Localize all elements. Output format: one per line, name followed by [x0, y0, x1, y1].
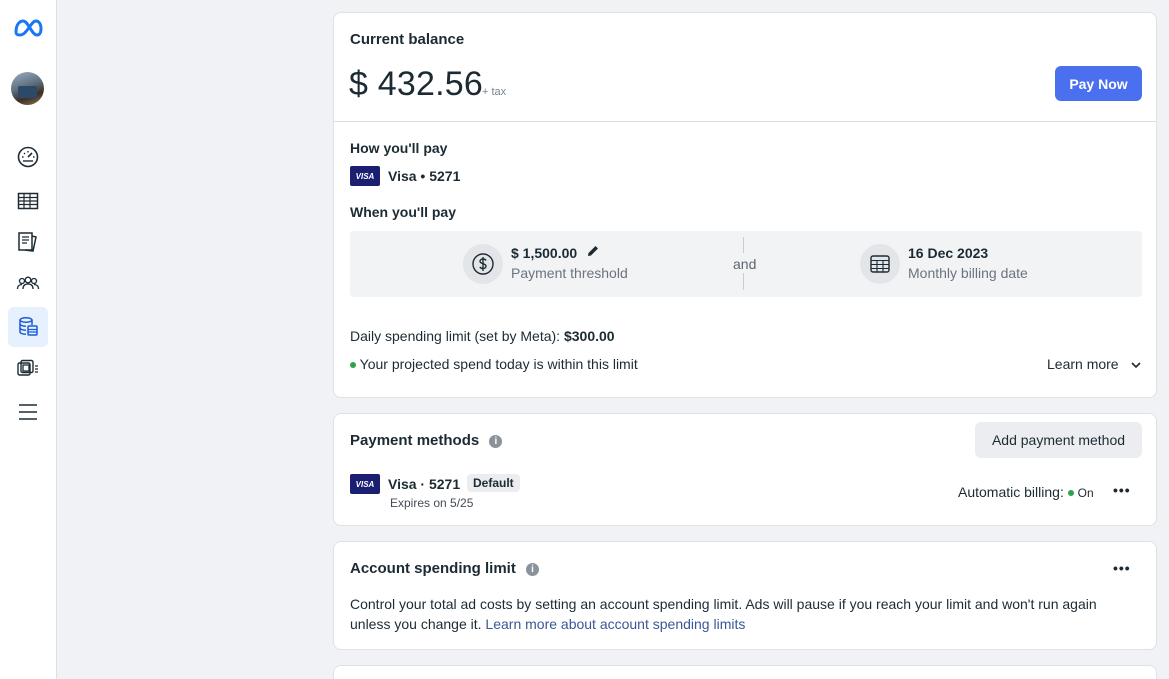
add-payment-method-button[interactable]: Add payment method [975, 422, 1142, 458]
spending-limit-title: Account spending limit i [350, 560, 540, 577]
divider [334, 121, 1156, 122]
and-label: and [733, 256, 757, 272]
spending-limit-description: Control your total ad costs by setting a… [350, 594, 1140, 634]
payment-methods-title: Payment methods i [350, 432, 503, 449]
meta-logo-icon[interactable] [12, 16, 44, 40]
projected-spend-text: Your projected spend today is within thi… [359, 356, 638, 372]
more-options-icon[interactable]: ••• [1113, 560, 1131, 576]
info-icon[interactable]: i [526, 562, 540, 576]
table-icon[interactable] [8, 181, 48, 221]
left-nav-rail [0, 0, 57, 679]
how-you-pay-title: How you'll pay [350, 140, 448, 156]
info-icon[interactable]: i [489, 434, 503, 448]
tax-label: + tax [482, 86, 507, 98]
automatic-billing-status: On [1077, 486, 1094, 500]
payment-threshold-label: Payment threshold [511, 265, 628, 281]
default-badge: Default [467, 474, 520, 492]
learn-more-toggle[interactable]: Learn more [1047, 356, 1142, 372]
next-section-card [333, 665, 1157, 679]
audience-icon[interactable] [8, 264, 48, 304]
status-dot-icon [1067, 490, 1074, 497]
more-options-icon[interactable]: ••• [1113, 482, 1131, 498]
automatic-billing-label: Automatic billing: [958, 484, 1064, 500]
balance-title: Current balance [350, 31, 465, 48]
dollar-icon [463, 244, 503, 284]
spending-limit-title-text: Account spending limit [350, 560, 516, 577]
automatic-billing: Automatic billing: On [958, 484, 1094, 500]
payment-methods-title-text: Payment methods [350, 432, 480, 449]
and-divider-top [743, 237, 744, 253]
billing-icon[interactable] [8, 307, 48, 347]
pages-icon[interactable] [8, 222, 48, 262]
daily-limit-value: $300.00 [563, 328, 615, 344]
payment-methods-card: Payment methods i Add payment method VIS… [333, 413, 1157, 526]
dashboard-icon[interactable] [8, 137, 48, 177]
daily-limit-label: Daily spending limit (set by Meta): [350, 328, 564, 344]
edit-pencil-icon[interactable] [586, 244, 600, 263]
billing-date-label: Monthly billing date [908, 265, 1028, 281]
visa-card-icon: VISA [350, 474, 380, 494]
when-you-pay-title: When you'll pay [350, 204, 457, 220]
payment-card-label: Visa • 5271 [388, 168, 461, 184]
billing-date-value: 16 Dec 2023 [908, 245, 989, 261]
billing-schedule-box: $ 1,500.00 Payment threshold and 16 Dec … [350, 231, 1142, 297]
catalog-icon[interactable] [8, 349, 48, 389]
status-dot-icon [350, 362, 356, 369]
balance-amount: $ 432.56 [349, 65, 483, 103]
current-balance-card: Current balance $ 432.56 + tax Pay Now H… [333, 12, 1157, 398]
menu-icon[interactable] [8, 392, 48, 432]
calendar-icon [860, 244, 900, 284]
pay-now-button[interactable]: Pay Now [1055, 66, 1142, 101]
learn-more-label: Learn more [1047, 356, 1119, 372]
spending-limit-learn-more-link[interactable]: Learn more about account spending limits [485, 616, 745, 632]
card-expiry: Expires on 5/25 [390, 496, 474, 510]
visa-card-icon: VISA [350, 166, 380, 186]
payment-method-card-label: Visa · 5271 [388, 476, 461, 492]
daily-spending-limit: Daily spending limit (set by Meta): $300… [350, 328, 615, 344]
projected-spend-status: Your projected spend today is within thi… [350, 356, 638, 372]
payment-threshold-value: $ 1,500.00 [511, 245, 578, 261]
chevron-down-icon [1131, 362, 1142, 369]
account-spending-limit-card: Account spending limit i ••• Control you… [333, 541, 1157, 650]
avatar[interactable] [11, 72, 44, 105]
and-divider-bottom [743, 273, 744, 290]
